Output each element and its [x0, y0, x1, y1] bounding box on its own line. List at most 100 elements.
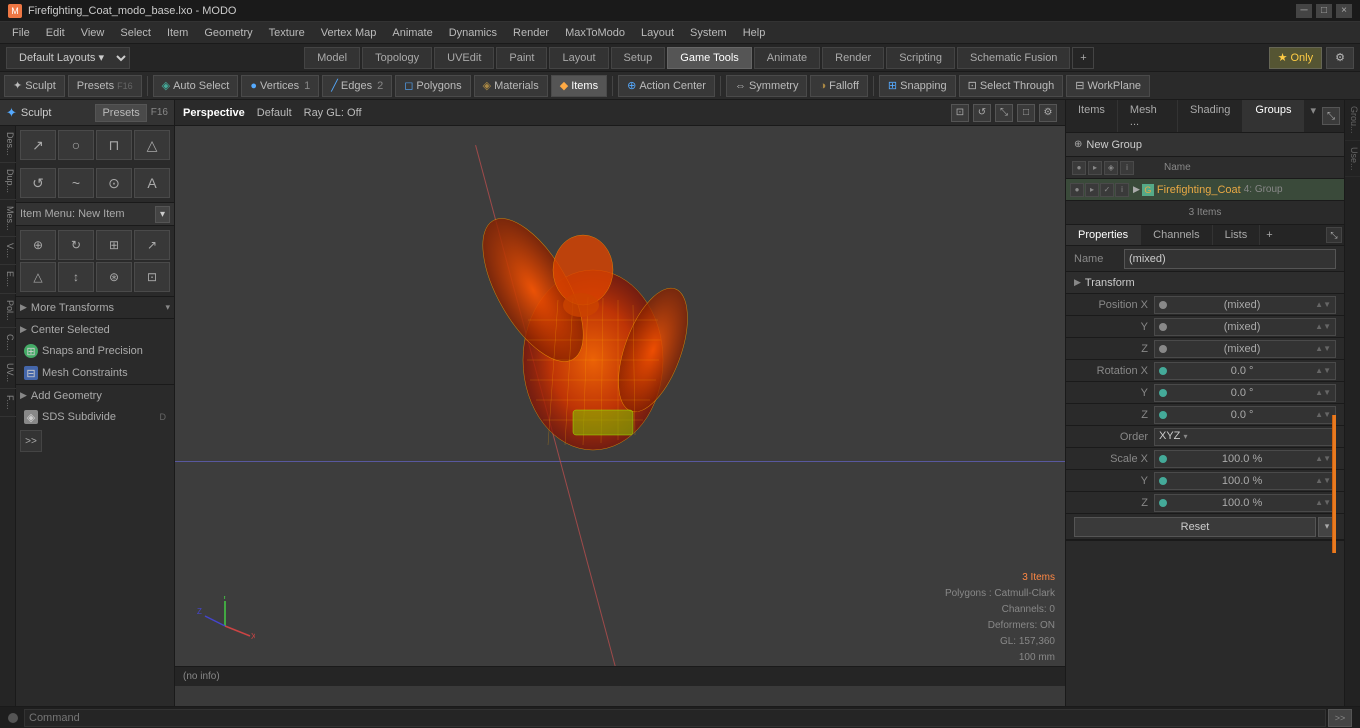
side-tab-f[interactable]: F.... [0, 389, 16, 417]
tool-btn-2[interactable]: ○ [58, 130, 94, 160]
menu-max-to-modo[interactable]: MaxToModo [557, 22, 633, 44]
menu-dynamics[interactable]: Dynamics [441, 22, 505, 44]
tab-mesh[interactable]: Mesh ... [1118, 100, 1178, 132]
gh-eye-icon[interactable]: ● [1072, 161, 1086, 175]
star-only-button[interactable]: ★ Only [1269, 47, 1323, 69]
tab-layout[interactable]: Layout [549, 47, 608, 69]
scale-x-up[interactable]: ▲ [1315, 454, 1323, 463]
gh-render-icon[interactable]: ◈ [1104, 161, 1118, 175]
transform-btn-6[interactable]: ↕ [58, 262, 94, 292]
gr-check-icon[interactable]: ✓ [1100, 183, 1114, 197]
vp-refresh-button[interactable]: ↺ [973, 104, 991, 122]
menu-system[interactable]: System [682, 22, 735, 44]
position-x-up[interactable]: ▲ [1315, 300, 1323, 309]
position-y-input[interactable]: (mixed) ▲ ▼ [1154, 318, 1336, 336]
group-list-row[interactable]: ● ▸ ✓ i ▶ G Firefighting_Coat 4 : Group [1066, 179, 1344, 201]
side-tab-des[interactable]: Des... [0, 126, 16, 163]
center-selected-row[interactable]: ▶ Center Selected [16, 318, 174, 340]
scale-z-down[interactable]: ▼ [1323, 498, 1331, 507]
rotation-z-down[interactable]: ▼ [1323, 410, 1331, 419]
reset-button[interactable]: Reset [1074, 517, 1316, 537]
menu-layout[interactable]: Layout [633, 22, 682, 44]
menu-vertex-map[interactable]: Vertex Map [313, 22, 385, 44]
tab-uvedit[interactable]: UVEdit [434, 47, 494, 69]
gear-button[interactable]: ⚙ [1326, 47, 1354, 69]
presets-button[interactable]: Presets F16 [68, 75, 142, 97]
props-expand-button[interactable]: ⤡ [1326, 227, 1342, 243]
tool-btn-8[interactable]: A [134, 168, 170, 198]
tab-shading[interactable]: Shading [1178, 100, 1243, 132]
rotation-x-input[interactable]: 0.0 ° ▲ ▼ [1154, 362, 1336, 380]
transform-btn-8[interactable]: ⊡ [134, 262, 170, 292]
menu-texture[interactable]: Texture [261, 22, 313, 44]
rotation-z-up[interactable]: ▲ [1315, 410, 1323, 419]
side-tab-pol[interactable]: Pol... [0, 294, 16, 328]
add-tab-button[interactable]: + [1072, 47, 1094, 69]
gr-eye-icon[interactable]: ● [1070, 183, 1084, 197]
scale-z-up[interactable]: ▲ [1315, 498, 1323, 507]
props-name-input[interactable] [1124, 249, 1336, 269]
position-x-down[interactable]: ▼ [1323, 300, 1331, 309]
tool-btn-4[interactable]: △ [134, 130, 170, 160]
rotation-y-input[interactable]: 0.0 ° ▲ ▼ [1154, 384, 1336, 402]
scale-x-down[interactable]: ▼ [1323, 454, 1331, 463]
command-input[interactable] [24, 709, 1326, 727]
scale-y-up[interactable]: ▲ [1315, 476, 1323, 485]
new-group-button[interactable]: ⊕ New Group [1066, 133, 1344, 157]
tab-items[interactable]: Items [1066, 100, 1118, 132]
vp-settings-button[interactable]: ⚙ [1039, 104, 1057, 122]
layout-dropdown[interactable]: Default Layouts ▾ [6, 47, 130, 69]
side-tab-dup[interactable]: Dup... [0, 163, 16, 200]
action-center-button[interactable]: ⊕ Action Center [618, 75, 715, 97]
position-x-input[interactable]: (mixed) ▲ ▼ [1154, 296, 1336, 314]
position-z-up[interactable]: ▲ [1315, 344, 1323, 353]
menu-help[interactable]: Help [735, 22, 774, 44]
close-button[interactable]: × [1336, 4, 1352, 18]
mesh-constraints-item[interactable]: ⊟ Mesh Constraints [16, 362, 174, 384]
position-y-up[interactable]: ▲ [1315, 322, 1323, 331]
rotation-y-up[interactable]: ▲ [1315, 388, 1323, 397]
vp-fullscreen-button[interactable]: ⤡ [995, 104, 1013, 122]
side-tab-c[interactable]: C.... [0, 328, 16, 358]
scale-y-down[interactable]: ▼ [1323, 476, 1331, 485]
side-tab-v[interactable]: V.... [0, 237, 16, 265]
transform-btn-7[interactable]: ⊛ [96, 262, 132, 292]
select-through-button[interactable]: ⊡ Select Through [959, 75, 1064, 97]
command-go-button[interactable]: >> [1328, 709, 1352, 727]
rsl-use[interactable]: Use... [1345, 141, 1360, 178]
menu-select[interactable]: Select [112, 22, 159, 44]
right-expand-button[interactable]: ⤡ [1322, 107, 1340, 125]
menu-render[interactable]: Render [505, 22, 557, 44]
transform-btn-2[interactable]: ↻ [58, 230, 94, 260]
rotation-z-input[interactable]: 0.0 ° ▲ ▼ [1154, 406, 1336, 424]
transform-btn-4[interactable]: ↗ [134, 230, 170, 260]
tab-model[interactable]: Model [304, 47, 360, 69]
tool-btn-7[interactable]: ⊙ [96, 168, 132, 198]
tab-scripting[interactable]: Scripting [886, 47, 955, 69]
transform-btn-3[interactable]: ⊞ [96, 230, 132, 260]
vertices-button[interactable]: ● Vertices 1 [241, 75, 319, 97]
snaps-precision-item[interactable]: ⊞ Snaps and Precision [16, 340, 174, 362]
menu-file[interactable]: File [4, 22, 38, 44]
rotation-x-down[interactable]: ▼ [1323, 366, 1331, 375]
order-select[interactable]: XYZ ▾ [1154, 428, 1336, 446]
transform-btn-1[interactable]: ⊕ [20, 230, 56, 260]
viewport-default-label[interactable]: Default [257, 107, 292, 119]
position-y-down[interactable]: ▼ [1323, 322, 1331, 331]
polygons-button[interactable]: ◻ Polygons [395, 75, 470, 97]
menu-geometry[interactable]: Geometry [196, 22, 260, 44]
gr-info-icon[interactable]: i [1115, 183, 1129, 197]
props-tab-properties[interactable]: Properties [1066, 225, 1141, 245]
materials-button[interactable]: ◈ Materials [474, 75, 548, 97]
rotation-y-down[interactable]: ▼ [1323, 388, 1331, 397]
add-geometry-row[interactable]: ▶ Add Geometry [16, 384, 174, 406]
window-controls[interactable]: ─ □ × [1296, 4, 1352, 18]
tab-paint[interactable]: Paint [496, 47, 547, 69]
scale-x-input[interactable]: 100.0 % ▲ ▼ [1154, 450, 1336, 468]
more-transforms-row[interactable]: ▶ More Transforms ▾ [16, 296, 174, 318]
rsl-grou[interactable]: Grou... [1345, 100, 1360, 141]
tab-topology[interactable]: Topology [362, 47, 432, 69]
right-tabs-arrow[interactable]: ▾ [1304, 100, 1322, 132]
minimize-button[interactable]: ─ [1296, 4, 1312, 18]
viewport-perspective-label[interactable]: Perspective [183, 107, 245, 119]
